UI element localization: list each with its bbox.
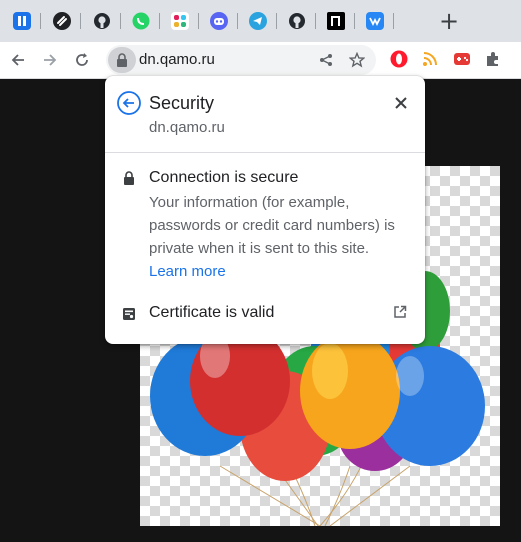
tab-divider	[276, 13, 277, 29]
puzzle-icon	[487, 52, 498, 66]
rss-icon	[421, 50, 439, 68]
notion-icon	[327, 12, 345, 30]
share-icon	[320, 54, 332, 66]
new-tab-button[interactable]: +	[437, 7, 461, 35]
back-circle-icon	[117, 91, 141, 115]
tab-vk[interactable]	[365, 11, 385, 31]
vk-icon	[366, 12, 384, 30]
telegram-icon	[249, 12, 267, 30]
external-link-icon[interactable]	[393, 305, 407, 319]
link-icon	[53, 12, 71, 30]
tab-divider	[237, 13, 238, 29]
extensions-button[interactable]	[482, 48, 504, 70]
learn-more-link[interactable]: Learn more	[149, 263, 226, 280]
opera-icon	[390, 50, 408, 68]
tab-strip: +	[0, 0, 521, 42]
tab-divider	[120, 13, 121, 29]
certificate-icon	[123, 308, 135, 320]
browser-toolbar: dn.qamo.ru	[0, 42, 521, 79]
reload-icon	[76, 53, 88, 66]
tab-whatsapp[interactable]	[131, 11, 151, 31]
forward-button[interactable]	[38, 48, 62, 72]
star-icon	[349, 52, 365, 68]
tab-github[interactable]	[92, 11, 112, 31]
tab-discord[interactable]	[209, 11, 229, 31]
close-icon	[395, 97, 407, 109]
url-text[interactable]: dn.qamo.ru	[139, 51, 215, 68]
gamepad-extension[interactable]	[451, 48, 473, 70]
certificate-label: Certificate is valid	[149, 304, 275, 321]
forward-arrow-icon	[44, 54, 57, 66]
discord-icon	[210, 12, 228, 30]
bookmark-button[interactable]	[347, 50, 367, 70]
tab-divider	[80, 13, 81, 29]
site-info-button[interactable]	[108, 47, 136, 73]
whatsapp-icon	[132, 12, 150, 30]
tab-link[interactable]	[52, 11, 72, 31]
back-arrow-icon	[11, 54, 24, 66]
connection-status-title: Connection is secure	[149, 169, 299, 186]
rss-extension[interactable]	[419, 48, 441, 70]
opera-extension[interactable]	[388, 48, 410, 70]
reload-button[interactable]	[70, 48, 94, 72]
popup-back-button[interactable]	[116, 90, 142, 116]
certificate-row[interactable]: Certificate is valid	[105, 299, 425, 329]
share-button[interactable]	[316, 50, 336, 70]
tab-divider	[40, 13, 41, 29]
popup-title: Security	[149, 93, 215, 113]
tab-divider	[198, 13, 199, 29]
tab-divider	[315, 13, 316, 29]
back-button[interactable]	[6, 48, 30, 72]
pause-icon	[13, 12, 31, 30]
popup-domain: dn.qamo.ru	[149, 119, 225, 136]
connection-description-text: Your information (for example, passwords…	[149, 194, 395, 257]
lock-icon	[124, 171, 134, 185]
tab-github-2[interactable]	[287, 11, 307, 31]
tab-notion[interactable]	[326, 11, 346, 31]
address-bar[interactable]: dn.qamo.ru	[106, 45, 376, 75]
lock-icon	[117, 53, 127, 67]
connection-description: Your information (for example, passwords…	[149, 191, 399, 283]
gamepad-icon	[454, 53, 470, 65]
tab-divider	[159, 13, 160, 29]
tab-divider	[393, 13, 394, 29]
tab-telegram[interactable]	[248, 11, 268, 31]
tab-slack[interactable]	[170, 11, 190, 31]
popup-divider	[105, 152, 425, 153]
security-popup: Security dn.qamo.ru Connection is secure…	[105, 76, 425, 344]
tab-divider	[354, 13, 355, 29]
popup-close-button[interactable]	[390, 92, 412, 114]
tab-pause[interactable]	[12, 11, 32, 31]
slack-icon	[171, 12, 189, 30]
github-icon	[94, 13, 110, 29]
github-icon	[289, 13, 305, 29]
